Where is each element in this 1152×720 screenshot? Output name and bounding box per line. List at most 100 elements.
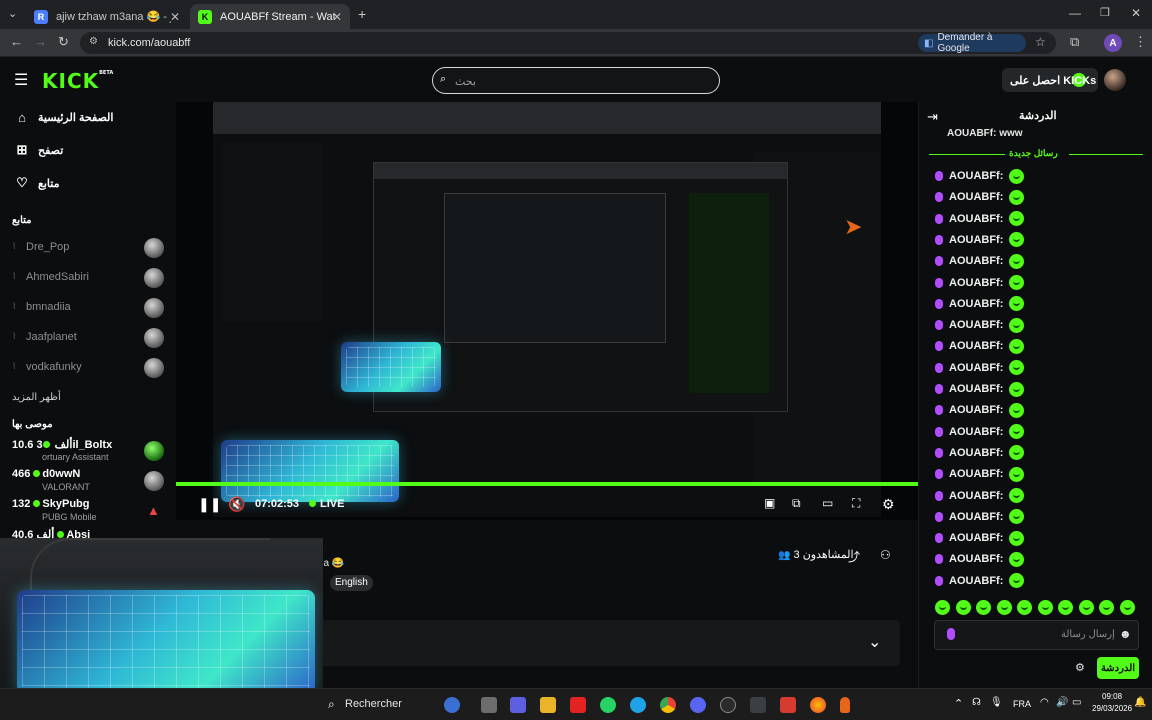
youtube-icon[interactable] (570, 697, 586, 713)
quick-emote-icon[interactable] (1037, 600, 1053, 615)
edge-icon[interactable] (630, 697, 646, 713)
chat-username[interactable]: AOUABFf: (949, 511, 1003, 523)
follow-user-icon[interactable]: ⚇ (880, 548, 891, 562)
nav-following[interactable]: ♡ متابع (14, 173, 59, 193)
nav-browse[interactable]: ⊞ تصفح (14, 140, 64, 160)
chat-input[interactable]: إرسال رسالة ☻ (934, 620, 1139, 650)
maximize-icon[interactable]: ❐ (1100, 6, 1110, 19)
quick-emote-icon[interactable] (1058, 600, 1074, 615)
chat-username[interactable]: AOUABFf: (949, 447, 1003, 459)
battery-icon[interactable]: ▭ (1072, 697, 1081, 708)
wifi-icon[interactable]: ◠ (1040, 697, 1049, 708)
chat-username[interactable]: AOUABFf: (949, 404, 1003, 416)
extensions-icon[interactable]: ⧉ (1070, 34, 1079, 50)
chat-username[interactable]: AOUABFf: (949, 234, 1003, 246)
settings-gear-icon[interactable]: ⚙ (882, 496, 895, 513)
notifications-bell-icon[interactable]: 🔔 (1134, 697, 1146, 708)
chat-username[interactable]: AOUABFf: (949, 383, 1003, 395)
emoji-picker-icon[interactable]: ☻ (1119, 627, 1132, 641)
chat-username[interactable]: AOUABFf: (949, 532, 1003, 544)
video-player[interactable]: ➤ ❚❚ 🔇 07:02:53 LIVE ▣ ⧉ ▭ ⛶ ⚙ (176, 102, 918, 520)
collapse-chat-icon[interactable]: ⇥ (927, 109, 938, 125)
teams-icon[interactable] (510, 697, 526, 713)
minimize-icon[interactable]: — (1069, 6, 1081, 20)
network-icon[interactable]: ☊ (972, 697, 981, 708)
quick-emote-icon[interactable] (1017, 600, 1033, 615)
pause-icon[interactable]: ❚❚ (198, 496, 221, 513)
file-explorer-icon[interactable] (540, 697, 556, 713)
tray-mic-icon[interactable]: 🎙 (990, 697, 1003, 708)
clock-time[interactable]: 09:08 (1102, 692, 1122, 701)
quick-emote-icon[interactable] (1099, 600, 1115, 615)
chat-username[interactable]: AOUABFf: (949, 490, 1003, 502)
chat-username[interactable]: AOUABFf: (949, 340, 1003, 352)
tab-list-chevron-icon[interactable]: ⌄ (8, 7, 17, 20)
whatsapp-icon[interactable] (600, 697, 616, 713)
following-item[interactable]: ⌇ bmnadiia (10, 297, 165, 319)
show-more-link[interactable]: أظهر المزيد (12, 392, 61, 403)
stream-progress-bar[interactable] (176, 482, 918, 486)
task-view-icon[interactable] (481, 697, 497, 713)
language-tag[interactable]: English (330, 575, 373, 591)
theater-mode-icon[interactable]: ▭ (822, 496, 833, 510)
about-collapsible[interactable]: ⌄ (318, 620, 900, 666)
quick-emote-icon[interactable] (976, 600, 992, 615)
following-item[interactable]: ⌇ vodkafunky (10, 357, 165, 379)
following-item[interactable]: ⌇ AhmedSabiri (10, 267, 165, 289)
monitor-app-icon[interactable] (750, 697, 766, 713)
pip-icon[interactable]: ⧉ (792, 496, 801, 511)
tab-other-stream[interactable]: R ajiw tzhaw m3ana 😂 - البث المباشر ✕ (26, 4, 188, 29)
chrome-icon[interactable] (660, 697, 676, 713)
send-chat-button[interactable]: الدردشة (1097, 657, 1139, 679)
quick-emote-icon[interactable] (1078, 600, 1094, 615)
close-icon[interactable]: ✕ (332, 10, 342, 24)
recommended-item[interactable]: 132 SkyPubg PUBG Mobile ▲ (12, 498, 167, 528)
search-input[interactable]: ⌕ بحث (432, 67, 720, 94)
user-avatar[interactable] (1104, 69, 1126, 91)
volume-icon[interactable]: 🔊 (1056, 697, 1068, 708)
fullscreen-icon[interactable]: ⛶ (852, 496, 860, 511)
chat-username[interactable]: AOUABFf: (949, 362, 1003, 374)
close-icon[interactable]: ✕ (170, 10, 180, 24)
bookmark-star-icon[interactable]: ☆ (1035, 35, 1046, 49)
forward-arrow-icon[interactable]: → (34, 34, 47, 49)
tray-chevron-up-icon[interactable]: ⌃ (954, 697, 963, 710)
back-arrow-icon[interactable]: ← (10, 34, 23, 49)
menu-kebab-icon[interactable]: ⋮ (1134, 34, 1147, 50)
input-language[interactable]: FRA (1013, 699, 1031, 709)
chevron-down-icon[interactable]: ⌄ (868, 632, 881, 652)
obs-icon[interactable] (720, 697, 736, 713)
chat-settings-icon[interactable]: ⚙ (1075, 661, 1085, 674)
quick-emote-icon[interactable] (955, 600, 971, 615)
share-icon[interactable]: ⤴ (848, 548, 860, 565)
chat-username[interactable]: AOUABFf: (949, 213, 1003, 225)
kick-logo[interactable]: KICKBETA (42, 69, 113, 93)
ask-google-button[interactable]: ◧ Demander à Google (918, 32, 1026, 54)
microphone-app-icon[interactable] (840, 697, 850, 713)
url-text[interactable]: kick.com/aouabff (108, 37, 190, 49)
quick-emote-icon[interactable] (996, 600, 1012, 615)
recommended-item[interactable]: 466 d0wwN VALORANT (12, 468, 167, 498)
browser-app-icon[interactable] (810, 697, 826, 713)
chat-username[interactable]: AOUABFf: (949, 298, 1003, 310)
nav-home[interactable]: ⌂ الصفحة الرئيسية (14, 107, 113, 127)
taskbar-search-label[interactable]: Rechercher (345, 698, 402, 710)
search-icon[interactable]: ⌕ (328, 697, 335, 712)
chat-username[interactable]: AOUABFf: (949, 553, 1003, 565)
discord-icon[interactable] (690, 697, 706, 713)
address-bar[interactable]: ⚙ kick.com/aouabff ◧ Demander à Google ☆ (80, 32, 1056, 54)
red-app-icon[interactable] (780, 697, 796, 713)
recommended-item[interactable]: 10.6 ألف 3il_Boltx ortuary Assistant (12, 438, 167, 468)
reload-icon[interactable]: ↻ (58, 34, 69, 50)
following-item[interactable]: ⌇ Jaafplanet (10, 327, 165, 349)
mute-icon[interactable]: 🔇 (228, 496, 245, 513)
chat-username[interactable]: AOUABFf: (949, 191, 1003, 203)
clip-icon[interactable]: ▣ (764, 496, 775, 510)
chat-username[interactable]: AOUABFf: (949, 170, 1003, 182)
chat-username[interactable]: AOUABFf: (949, 426, 1003, 438)
tab-kick-stream[interactable]: K AOUABFf Stream - Watch Live o ✕ (190, 4, 350, 29)
chat-username[interactable]: AOUABFf: (949, 319, 1003, 331)
copilot-icon[interactable] (444, 697, 460, 713)
chat-username[interactable]: AOUABFf: (949, 277, 1003, 289)
window-close-icon[interactable]: ✕ (1131, 6, 1141, 20)
